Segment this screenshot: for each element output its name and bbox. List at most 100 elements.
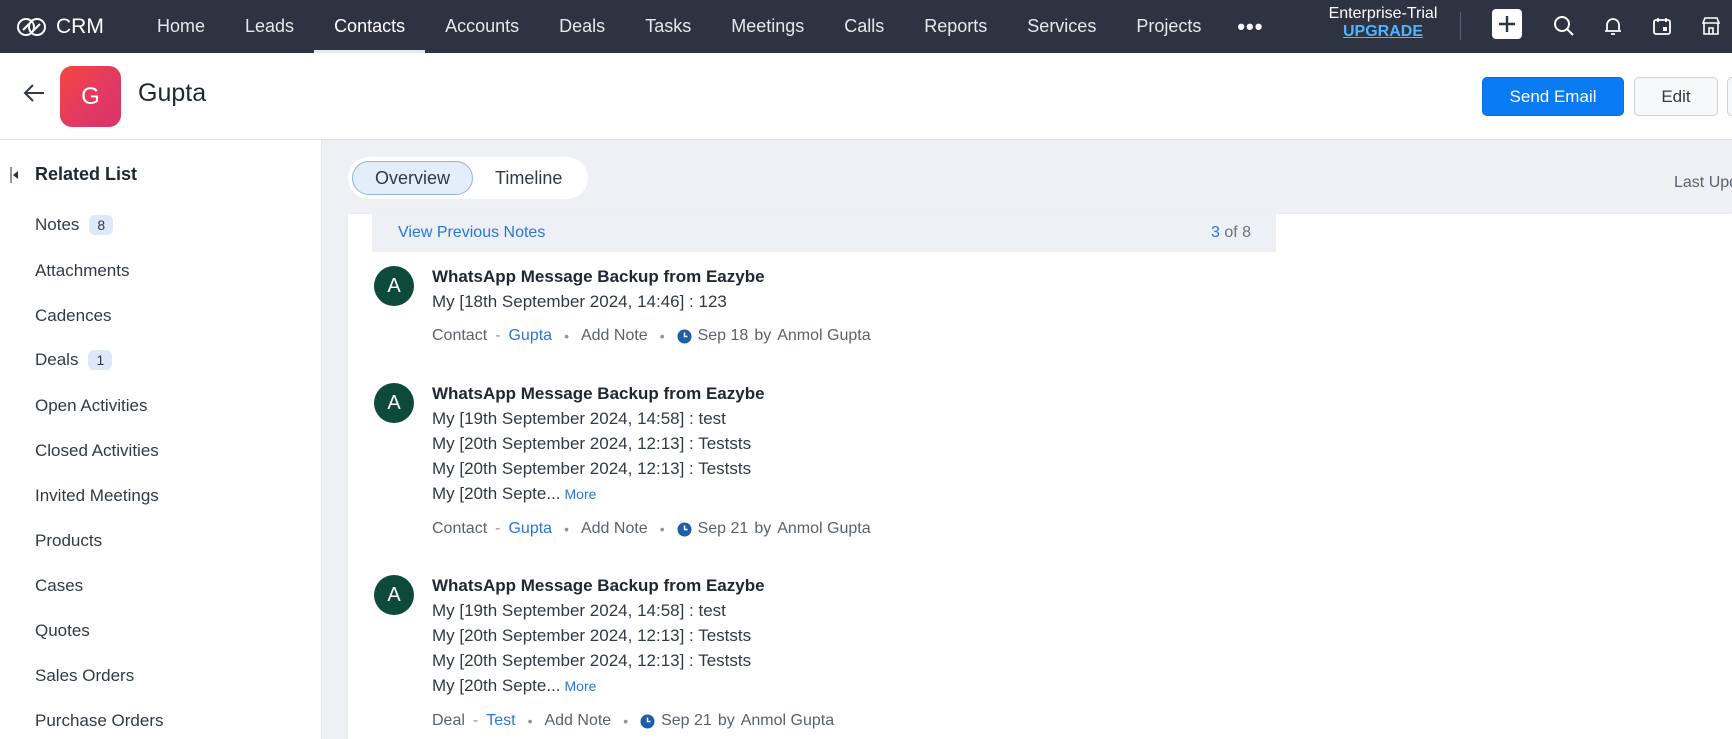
module-tabs: Home Leads Contacts Accounts Deals Tasks…: [137, 0, 1279, 53]
meta-dot: •: [623, 713, 629, 729]
store-icon[interactable]: [1694, 9, 1728, 43]
more-actions-button[interactable]: [1727, 77, 1732, 116]
send-email-button[interactable]: Send Email: [1482, 77, 1624, 116]
note-line: My [20th Septe... More: [432, 673, 834, 699]
nav-calls[interactable]: Calls: [824, 0, 904, 53]
note-entity-link[interactable]: Gupta: [508, 520, 552, 538]
sidebar-item-label: Deals: [35, 350, 79, 369]
topbar-divider: [1460, 12, 1461, 40]
more-link[interactable]: More: [565, 678, 597, 694]
crm-logo-icon: [17, 17, 46, 36]
nav-tasks[interactable]: Tasks: [625, 0, 711, 53]
sidebar-item-deals[interactable]: Deals 1: [35, 350, 113, 370]
meta-separator: -: [472, 712, 479, 729]
by-label: by: [754, 520, 772, 537]
notes-count-badge: 8: [89, 215, 114, 235]
note-body: WhatsApp Message Backup from Eazybe My […: [432, 264, 871, 345]
sidebar-item-notes[interactable]: Notes 8: [35, 215, 114, 235]
note-line: My [20th September 2024, 12:13] : Testst…: [432, 651, 752, 670]
sidebar-item-label: Products: [35, 531, 103, 550]
sidebar-item-invited-meetings[interactable]: Invited Meetings: [35, 486, 159, 506]
sidebar-item-label: Cases: [35, 576, 84, 595]
note-title: WhatsApp Message Backup from Eazybe: [432, 576, 765, 595]
note-date: Sep 18: [697, 327, 749, 344]
edit-button[interactable]: Edit: [1634, 77, 1718, 116]
sidebar-item-label: Notes: [35, 215, 80, 234]
note-line: My [20th September 2024, 12:13] : Testst…: [432, 626, 752, 645]
nav-contacts[interactable]: Contacts: [314, 0, 426, 53]
note-title: WhatsApp Message Backup from Eazybe: [432, 267, 765, 286]
note-line: My [20th September 2024, 12:13] : Testst…: [432, 434, 752, 453]
note-meta: Deal - Test • Add Note • Sep 21 by Anmol…: [432, 712, 834, 730]
sidebar-item-sales-orders[interactable]: Sales Orders: [35, 666, 134, 686]
note-line: My [19th September 2024, 14:58] : test: [432, 409, 726, 428]
crm-logo[interactable]: CRM: [16, 15, 128, 39]
note-date: Sep 21: [697, 520, 749, 537]
note-line-truncated: My [20th Septe...: [432, 484, 561, 503]
sidebar-item-cadences[interactable]: Cadences: [35, 306, 112, 326]
top-navigation-bar: CRM Home Leads Contacts Accounts Deals T…: [0, 0, 1732, 53]
tab-timeline[interactable]: Timeline: [473, 161, 584, 195]
deals-count-badge: 1: [88, 350, 113, 370]
back-arrow-icon[interactable]: [22, 80, 48, 106]
last-updated-label: Last Upd: [1674, 174, 1732, 191]
upgrade-link[interactable]: UPGRADE: [1318, 23, 1448, 41]
clock-icon: [640, 714, 655, 728]
sidebar-item-label: Sales Orders: [35, 666, 135, 685]
meta-dot: •: [564, 328, 569, 344]
more-link[interactable]: More: [565, 486, 597, 502]
note-entity-type: Contact: [432, 520, 488, 537]
by-label: by: [754, 327, 772, 344]
view-tabs-bar: Overview Timeline Last Upd: [322, 140, 1732, 214]
tab-overview[interactable]: Overview: [352, 161, 474, 195]
nav-deals[interactable]: Deals: [539, 0, 625, 53]
search-icon[interactable]: [1547, 9, 1581, 43]
sidebar-item-label: Cadences: [35, 306, 112, 325]
sidebar-item-attachments[interactable]: Attachments: [35, 261, 130, 281]
meta-dot: •: [527, 713, 533, 729]
note-line: My [19th September 2024, 14:58] : test: [432, 601, 726, 620]
note-line: My [20th September 2024, 12:13] : Testst…: [432, 459, 752, 478]
calendar-icon[interactable]: [1645, 9, 1679, 43]
nav-leads[interactable]: Leads: [225, 0, 314, 53]
sidebar-item-cases[interactable]: Cases: [35, 576, 83, 596]
sidebar-item-label: Open Activities: [35, 396, 148, 415]
plus-icon[interactable]: [1492, 9, 1522, 39]
add-note-link[interactable]: Add Note: [581, 327, 648, 345]
trial-badge: Enterprise-Trial UPGRADE: [1318, 5, 1448, 41]
note-date: Sep 21: [661, 712, 712, 729]
view-previous-notes-link[interactable]: View Previous Notes: [398, 224, 545, 242]
nav-projects[interactable]: Projects: [1116, 0, 1221, 53]
sidebar-item-closed-activities[interactable]: Closed Activities: [35, 441, 159, 461]
add-note-link[interactable]: Add Note: [544, 712, 611, 730]
note-meta: Contact - Gupta • Add Note • Sep 21 by A…: [432, 520, 871, 538]
collapse-caret-icon[interactable]: [10, 166, 20, 184]
nav-meetings[interactable]: Meetings: [711, 0, 824, 53]
nav-reports[interactable]: Reports: [904, 0, 1007, 53]
note-author-avatar: A: [374, 575, 414, 615]
notes-card: View Previous Notes 3 of 8 A WhatsApp Me…: [348, 214, 1732, 739]
nav-services[interactable]: Services: [1007, 0, 1116, 53]
note-line: My [20th Septe... More: [432, 481, 871, 507]
add-note-link[interactable]: Add Note: [581, 520, 648, 538]
bell-icon[interactable]: [1596, 9, 1630, 43]
clock-icon: [677, 522, 692, 536]
meta-dot: •: [659, 328, 665, 344]
sidebar-item-quotes[interactable]: Quotes: [35, 621, 90, 641]
sidebar-item-label: Attachments: [35, 261, 130, 280]
note-author: Anmol Gupta: [777, 520, 871, 537]
note-author: Anmol Gupta: [777, 327, 871, 344]
related-list-title: Related List: [35, 164, 138, 184]
nav-home[interactable]: Home: [137, 0, 225, 53]
main-content: Overview Timeline Last Upd View Previous…: [322, 140, 1732, 739]
sidebar-item-open-activities[interactable]: Open Activities: [35, 396, 147, 416]
sidebar-item-purchase-orders[interactable]: Purchase Orders: [35, 711, 164, 731]
sidebar-item-products[interactable]: Products: [35, 531, 102, 551]
more-modules-button[interactable]: •••: [1221, 0, 1279, 53]
note-entity-link[interactable]: Test: [486, 712, 515, 730]
nav-accounts[interactable]: Accounts: [425, 0, 539, 53]
related-list-header[interactable]: Related List: [10, 164, 137, 185]
note-entity-link[interactable]: Gupta: [508, 327, 552, 345]
note-body: WhatsApp Message Backup from Eazybe My […: [432, 573, 834, 730]
note-line-truncated: My [20th Septe...: [432, 676, 561, 695]
